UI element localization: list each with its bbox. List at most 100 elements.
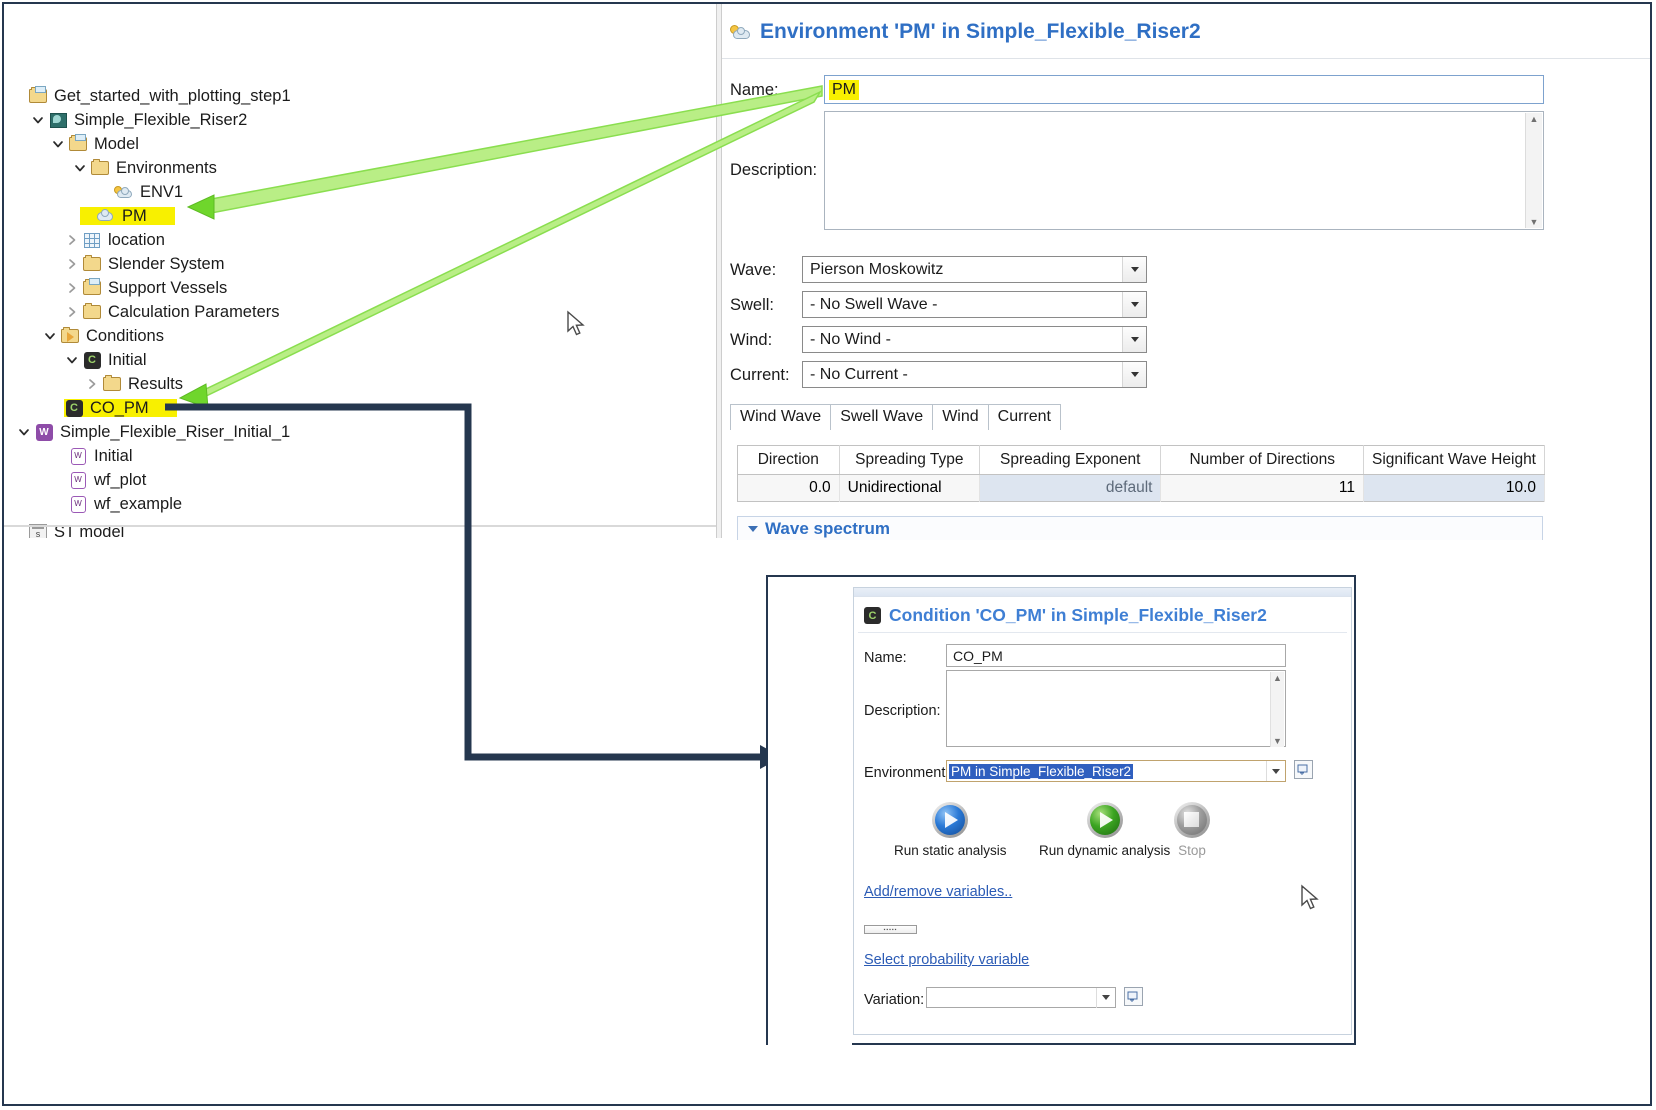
- tree-item-pm-highlight[interactable]: PM: [80, 207, 175, 225]
- current-label-row: Current:: [730, 366, 790, 385]
- run-static-analysis-button[interactable]: Run static analysis: [894, 802, 1007, 858]
- scroll-down-icon[interactable]: ▼: [1273, 735, 1282, 747]
- swell-label-row: Swell:: [730, 296, 774, 315]
- chevron-down-icon[interactable]: [50, 136, 66, 152]
- condition-editor-panel: C Condition 'CO_PM' in Simple_Flexible_R…: [853, 587, 1352, 1035]
- variation-picker-button[interactable]: [1124, 987, 1143, 1006]
- tree-item-pm[interactable]: PM: [10, 204, 710, 228]
- tree-item-support-vessels[interactable]: Support Vessels: [10, 276, 710, 300]
- environment-tabs[interactable]: Wind Wave Swell Wave Wind Current: [730, 404, 1060, 430]
- tree-item-conditions[interactable]: Conditions: [10, 324, 710, 348]
- run-dynamic-analysis-label: Run dynamic analysis: [1039, 843, 1170, 858]
- tab-current[interactable]: Current: [988, 404, 1061, 430]
- stop-button[interactable]: Stop: [1174, 802, 1210, 858]
- twisty-none: [10, 88, 26, 104]
- model-tree[interactable]: Get_started_with_plotting_step1 Simple_F…: [10, 84, 710, 538]
- wind-wave-table[interactable]: Direction Spreading Type Spreading Expon…: [737, 445, 1545, 502]
- tree-item-results[interactable]: Results: [10, 372, 710, 396]
- chevron-right-icon[interactable]: [84, 376, 100, 392]
- tab-swell-wave[interactable]: Swell Wave: [830, 404, 933, 430]
- environment-picker-button[interactable]: [1294, 760, 1313, 779]
- cell-spreading-type[interactable]: Unidirectional: [839, 475, 979, 502]
- environment-panel-title: Environment 'PM' in Simple_Flexible_Rise…: [730, 20, 1201, 44]
- condition-name-label: Name:: [864, 650, 907, 666]
- tree-item-initial[interactable]: C Initial: [10, 348, 710, 372]
- condition-environment-combobox[interactable]: PM in Simple_Flexible_Riser2: [946, 760, 1286, 782]
- wave-dropdown[interactable]: Pierson Moskowitz: [802, 256, 1147, 283]
- cell-significant-wave-height[interactable]: 10.0: [1364, 475, 1545, 502]
- run-dynamic-analysis-button[interactable]: Run dynamic analysis: [1039, 802, 1170, 858]
- column-header-spreading-exponent[interactable]: Spreading Exponent: [979, 446, 1161, 475]
- chevron-right-icon[interactable]: [64, 280, 80, 296]
- chevron-down-icon[interactable]: [1122, 292, 1146, 317]
- chevron-down-icon[interactable]: [1096, 988, 1115, 1008]
- stop-label: Stop: [1178, 843, 1206, 858]
- tree-item-co-pm-highlight[interactable]: C CO_PM: [64, 399, 177, 417]
- name-input[interactable]: PM: [824, 75, 1544, 104]
- chevron-down-icon[interactable]: [1122, 362, 1146, 387]
- condition-icon: C: [64, 399, 84, 417]
- tab-wind[interactable]: Wind: [932, 404, 988, 430]
- chevron-down-icon[interactable]: [1122, 257, 1146, 282]
- tree-item-env1[interactable]: ENV1: [10, 180, 710, 204]
- description-scrollbar[interactable]: ▲ ▼: [1270, 672, 1284, 747]
- column-header-significant-wave-height[interactable]: Significant Wave Height: [1364, 446, 1545, 475]
- tree-item-simple-flexible-riser-initial-1[interactable]: W Simple_Flexible_Riser_Initial_1: [10, 420, 710, 444]
- tree-item-st-model[interactable]: s ST model: [10, 520, 710, 538]
- chevron-down-icon[interactable]: [748, 526, 758, 532]
- tree-item-co-pm[interactable]: C CO_PM: [10, 396, 710, 420]
- wind-dropdown[interactable]: - No Wind -: [802, 326, 1147, 353]
- chevron-down-icon[interactable]: [64, 352, 80, 368]
- select-probability-variable-link[interactable]: Select probability variable: [864, 952, 1029, 968]
- chevron-down-icon[interactable]: [1266, 761, 1285, 781]
- tab-wind-wave[interactable]: Wind Wave: [730, 404, 831, 430]
- tree-item-wf-initial[interactable]: W Initial: [10, 444, 710, 468]
- swell-label: Swell:: [730, 296, 774, 315]
- variables-mini-widget[interactable]: ▪▪▪▪▪: [864, 925, 917, 934]
- table-row[interactable]: 0.0 Unidirectional default 11 10.0: [738, 475, 1545, 502]
- description-scrollbar[interactable]: ▲ ▼: [1525, 113, 1542, 228]
- chevron-down-icon[interactable]: [16, 424, 32, 440]
- column-header-direction[interactable]: Direction: [738, 446, 840, 475]
- chevron-right-icon[interactable]: [64, 256, 80, 272]
- tree-item-label: Model: [94, 135, 139, 153]
- add-remove-variables-link[interactable]: Add/remove variables..: [864, 884, 1012, 900]
- chevron-down-icon[interactable]: [42, 328, 58, 344]
- chevron-down-icon[interactable]: [30, 112, 46, 128]
- tree-item-slender-system[interactable]: Slender System: [10, 252, 710, 276]
- tree-item-simple-flexible-riser2[interactable]: Simple_Flexible_Riser2: [10, 108, 710, 132]
- tree-item-get-started[interactable]: Get_started_with_plotting_step1: [10, 84, 710, 108]
- condition-description-textarea[interactable]: ▲ ▼: [946, 670, 1286, 747]
- cell-direction[interactable]: 0.0: [738, 475, 840, 502]
- column-header-number-of-directions[interactable]: Number of Directions: [1161, 446, 1364, 475]
- tree-item-label: Environments: [116, 159, 217, 177]
- swell-dropdown[interactable]: - No Swell Wave -: [802, 291, 1147, 318]
- chevron-right-icon[interactable]: [64, 232, 80, 248]
- description-label-row: Description:: [730, 161, 817, 180]
- scroll-up-icon[interactable]: ▲: [1530, 113, 1539, 125]
- description-textarea[interactable]: ▲ ▼: [824, 111, 1544, 230]
- condition-name-input[interactable]: CO_PM: [946, 644, 1286, 667]
- description-label: Description:: [730, 161, 817, 180]
- tree-item-wf-example[interactable]: W wf_example: [10, 492, 710, 516]
- folder-doc-icon: [68, 135, 88, 153]
- chevron-down-icon[interactable]: [72, 160, 88, 176]
- swell-dropdown-value: - No Swell Wave -: [803, 296, 1122, 314]
- current-dropdown[interactable]: - No Current -: [802, 361, 1147, 388]
- title-divider: [722, 58, 1652, 59]
- tree-item-environments[interactable]: Environments: [10, 156, 710, 180]
- scroll-down-icon[interactable]: ▼: [1530, 216, 1539, 228]
- tree-item-location[interactable]: location: [10, 228, 710, 252]
- tree-item-wf-plot[interactable]: W wf_plot: [10, 468, 710, 492]
- cell-number-of-directions[interactable]: 11: [1161, 475, 1364, 502]
- tree-item-model[interactable]: Model: [10, 132, 710, 156]
- chevron-down-icon[interactable]: [1122, 327, 1146, 352]
- chevron-right-icon[interactable]: [64, 304, 80, 320]
- scroll-up-icon[interactable]: ▲: [1273, 672, 1282, 684]
- cell-spreading-exponent[interactable]: default: [979, 475, 1161, 502]
- wave-spectrum-section[interactable]: Wave spectrum: [737, 516, 1543, 540]
- variation-dropdown[interactable]: [926, 987, 1116, 1008]
- tree-item-calculation-parameters[interactable]: Calculation Parameters: [10, 300, 710, 324]
- column-header-spreading-type[interactable]: Spreading Type: [839, 446, 979, 475]
- cloud-icon: [730, 24, 752, 41]
